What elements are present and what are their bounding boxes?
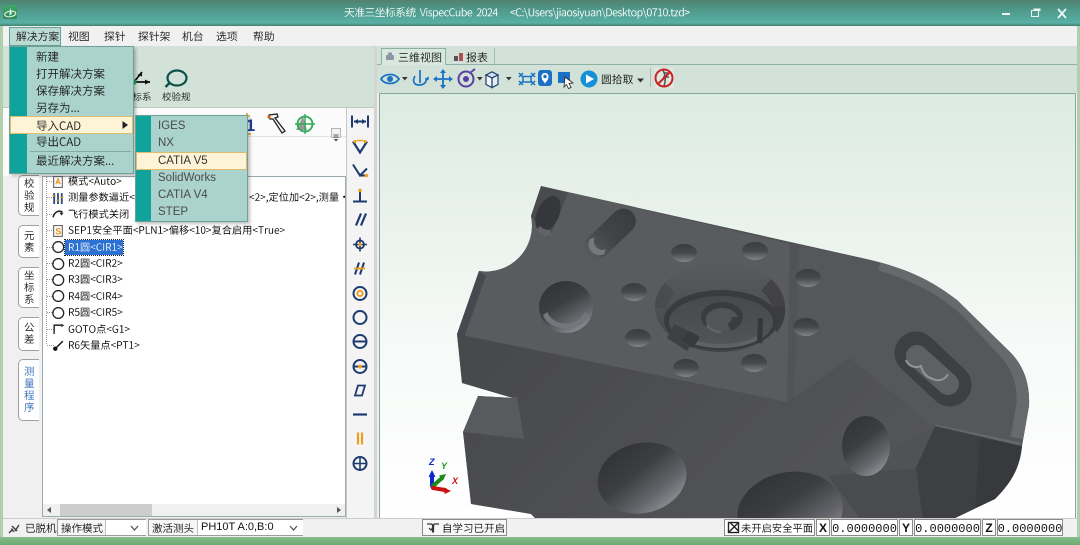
svg-text:Y: Y — [441, 461, 448, 471]
svg-text:S: S — [55, 226, 61, 236]
svg-text:Z: Z — [428, 457, 435, 467]
svg-text:X: X — [451, 476, 459, 486]
